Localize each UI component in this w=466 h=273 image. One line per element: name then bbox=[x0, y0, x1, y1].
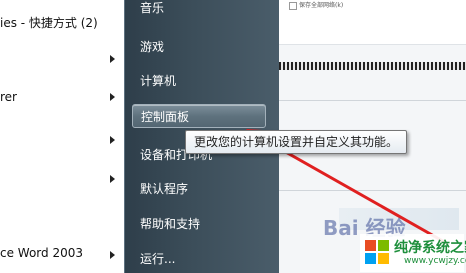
site-watermark: 纯净系统之家 www.ycwjzy.com bbox=[360, 234, 466, 272]
watermark-url: www.ycwjzy.com bbox=[404, 256, 466, 266]
control-panel-tooltip: 更改您的计算机设置并自定义其功能。 bbox=[185, 130, 408, 154]
windows-logo-icon bbox=[365, 240, 389, 264]
watermark-title: 纯净系统之家 bbox=[394, 240, 466, 256]
